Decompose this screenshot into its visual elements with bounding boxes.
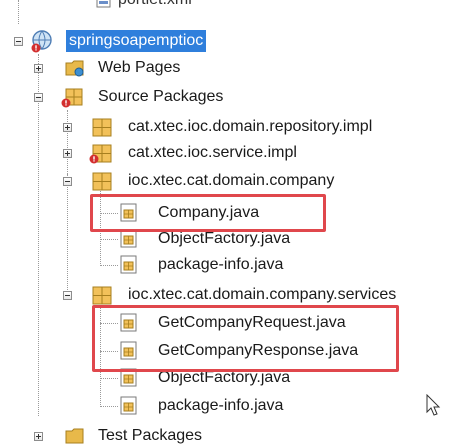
tree-row-file[interactable]: package-info.java [0,394,470,418]
tree-item-label: springsoapemptioc [66,30,207,52]
tree-item-label: ioc.xtec.cat.domain.company [128,172,335,189]
tree-row-source-packages[interactable]: Source Packages [0,85,470,109]
tree-row-test-packages[interactable]: Test Packages [0,424,470,448]
tree-guide-line [18,0,19,24]
package-folder-icon [61,88,83,108]
highlight-box [90,194,326,232]
tree-row-package[interactable]: ioc.xtec.cat.domain.company.services [0,283,470,307]
tree-item-label: ioc.xtec.cat.domain.company.services [128,286,397,303]
tree-item-label: cat.xtec.ioc.service.impl [128,144,297,161]
collapse-toggle-icon[interactable] [14,37,23,46]
tree-row-file[interactable]: package-info.java [0,253,470,277]
collapse-toggle-icon[interactable] [34,93,43,102]
java-file-icon [120,396,137,415]
tree-row-partial[interactable]: portlet.xml [0,0,470,12]
tree-item-label: package-info.java [158,397,284,414]
tree-item-label: Web Pages [98,59,181,76]
package-icon [89,144,112,164]
expand-toggle-icon[interactable] [34,432,43,441]
tree-item-label: cat.xtec.ioc.domain.repository.impl [128,118,373,135]
java-file-icon [120,229,137,248]
tree-item-label: package-info.java [158,256,284,273]
package-icon [92,172,112,191]
folder-icon [65,428,84,444]
tree-row-project[interactable]: springsoapemptioc [0,29,470,53]
package-icon [92,118,112,137]
tree-row-package[interactable]: cat.xtec.ioc.service.impl [0,141,470,165]
tree-row-package[interactable]: cat.xtec.ioc.domain.repository.impl [0,115,470,139]
globe-project-icon [31,30,52,53]
tree-row-web-pages[interactable]: Web Pages [0,56,470,80]
xml-file-icon [96,0,111,8]
expand-toggle-icon[interactable] [34,64,43,73]
tree-item-label: portlet.xml [118,0,192,12]
mouse-cursor-icon [426,394,441,416]
collapse-toggle-icon[interactable] [63,291,72,300]
package-icon [92,286,112,305]
expand-toggle-icon[interactable] [63,149,72,158]
tree-item-label: Test Packages [98,427,203,444]
web-folder-icon [65,60,84,77]
java-file-icon [120,255,137,274]
expand-toggle-icon[interactable] [63,123,72,132]
tree-item-label: Source Packages [98,88,224,105]
collapse-toggle-icon[interactable] [63,177,72,186]
tree-row-package[interactable]: ioc.xtec.cat.domain.company [0,169,470,193]
highlight-box [92,305,399,372]
